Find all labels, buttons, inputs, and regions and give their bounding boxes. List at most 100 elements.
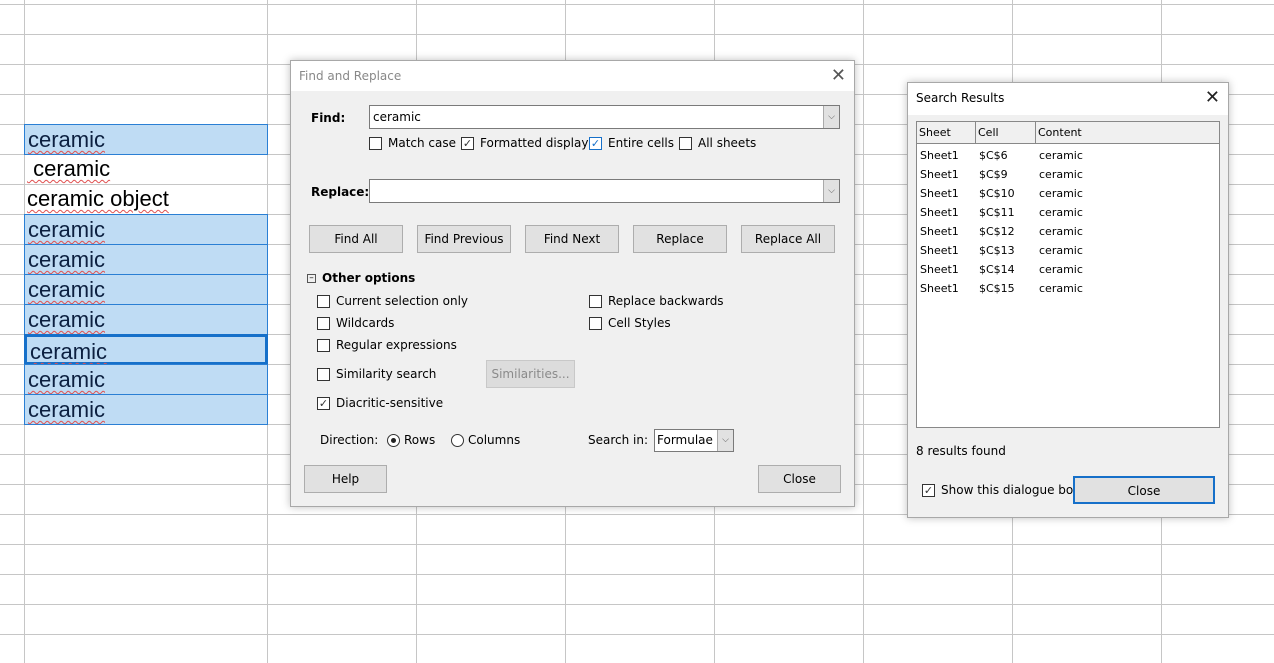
cell-c13[interactable]: ceramic	[24, 334, 268, 365]
similarity-label: Similarity search	[336, 367, 437, 381]
checkbox-box	[589, 316, 602, 330]
cell-c9[interactable]: ceramic	[24, 214, 268, 245]
result-row[interactable]: Sheet1 $C$6 ceramic	[917, 146, 1219, 165]
replace-input[interactable]: ⌵	[369, 179, 840, 203]
result-row[interactable]: Sheet1 $C$10 ceramic	[917, 184, 1219, 203]
dialog-title: Search Results	[916, 91, 1005, 105]
results-list[interactable]: Sheet Cell Content Sheet1 $C$6 ceramic Shee…	[916, 121, 1220, 428]
checkmark-icon: ✓	[461, 136, 474, 150]
results-count: 8 results found	[916, 444, 1006, 458]
search-in-label: Search in:	[588, 433, 649, 447]
cell-styles-checkbox[interactable]: Cell Styles	[589, 316, 671, 330]
formatted-display-label: Formatted display	[480, 136, 589, 150]
result-content: ceramic	[1039, 282, 1083, 295]
cell-c7[interactable]: ceramic	[24, 154, 268, 185]
wildcards-label: Wildcards	[336, 316, 395, 330]
result-cell: $C$12	[979, 225, 1015, 238]
search-results-dialog: Search Results ✕ Sheet Cell Content Shee…	[907, 82, 1229, 518]
close-button[interactable]: Close	[758, 465, 841, 493]
diacritic-checkbox[interactable]: ✓ Diacritic-sensitive	[317, 396, 443, 410]
result-cell: $C$10	[979, 187, 1015, 200]
result-cell: $C$15	[979, 282, 1015, 295]
replace-backwards-checkbox[interactable]: Replace backwards	[589, 294, 724, 308]
close-icon[interactable]: ✕	[1205, 87, 1220, 108]
entire-cells-checkbox[interactable]: ✓ Entire cells	[589, 136, 674, 150]
find-next-button[interactable]: Find Next	[525, 225, 619, 253]
result-sheet: Sheet1	[920, 187, 959, 200]
result-sheet: Sheet1	[920, 244, 959, 257]
cell-c6[interactable]: ceramic	[24, 124, 268, 155]
column-divider	[863, 0, 864, 663]
current-selection-label: Current selection only	[336, 294, 469, 308]
replace-button[interactable]: Replace	[633, 225, 727, 253]
results-header: Sheet Cell Content	[917, 122, 1219, 144]
chevron-down-icon[interactable]: ⌵	[823, 180, 839, 202]
result-content: ceramic	[1039, 244, 1083, 257]
replace-all-button[interactable]: Replace All	[741, 225, 835, 253]
entire-cells-label: Entire cells	[608, 136, 674, 150]
dialog-titlebar: Find and Replace ✕	[291, 61, 854, 91]
result-cell: $C$11	[979, 206, 1015, 219]
result-row[interactable]: Sheet1 $C$12 ceramic	[917, 222, 1219, 241]
cell-c11[interactable]: ceramic	[24, 274, 268, 305]
column-header-sheet[interactable]: Sheet	[917, 122, 976, 143]
close-icon[interactable]: ✕	[831, 65, 846, 86]
formatted-display-checkbox[interactable]: ✓ Formatted display	[461, 136, 588, 150]
columns-radio[interactable]: Columns	[451, 433, 520, 447]
checkbox-box	[317, 338, 330, 352]
radio-unselected	[451, 433, 464, 447]
all-sheets-label: All sheets	[698, 136, 757, 150]
wildcards-checkbox[interactable]: Wildcards	[317, 316, 394, 330]
regex-checkbox[interactable]: Regular expressions	[317, 338, 457, 352]
column-header-cell[interactable]: Cell	[976, 122, 1036, 143]
result-content: ceramic	[1039, 149, 1083, 162]
find-all-button[interactable]: Find All	[309, 225, 403, 253]
result-sheet: Sheet1	[920, 282, 959, 295]
chevron-down-icon[interactable]: ⌵	[717, 430, 733, 451]
cell-c15[interactable]: ceramic	[24, 394, 268, 425]
match-case-checkbox[interactable]: Match case	[369, 136, 456, 150]
result-row[interactable]: Sheet1 $C$15 ceramic	[917, 279, 1219, 298]
cell-c10[interactable]: ceramic	[24, 244, 268, 275]
all-sheets-checkbox[interactable]: All sheets	[679, 136, 756, 150]
regex-label: Regular expressions	[336, 338, 457, 352]
checkmark-icon: ✓	[317, 396, 330, 410]
result-content: ceramic	[1039, 187, 1083, 200]
other-options-toggle[interactable]: – Other options	[307, 271, 415, 285]
similarity-checkbox[interactable]: Similarity search	[317, 367, 436, 381]
show-dialog-label: Show this dialogue box	[941, 483, 1080, 497]
show-dialog-checkbox[interactable]: ✓ Show this dialogue box	[922, 483, 1080, 497]
cell-c14[interactable]: ceramic	[24, 364, 268, 395]
find-previous-button[interactable]: Find Previous	[417, 225, 511, 253]
checkmark-icon: ✓	[922, 483, 935, 497]
radio-selected	[387, 433, 400, 447]
result-cell: $C$14	[979, 263, 1015, 276]
find-replace-dialog: Find and Replace ✕ Find: ceramic ⌵ Match …	[290, 60, 855, 507]
cell-styles-label: Cell Styles	[608, 316, 671, 330]
result-cell: $C$9	[979, 168, 1008, 181]
close-button[interactable]: Close	[1073, 476, 1215, 504]
result-content: ceramic	[1039, 206, 1083, 219]
find-value: ceramic	[373, 110, 421, 124]
help-button[interactable]: Help	[304, 465, 387, 493]
chevron-down-icon[interactable]: ⌵	[823, 106, 839, 128]
result-cell: $C$6	[979, 149, 1008, 162]
replace-backwards-label: Replace backwards	[608, 294, 724, 308]
result-cell: $C$13	[979, 244, 1015, 257]
cell-c12[interactable]: ceramic	[24, 304, 268, 335]
rows-label: Rows	[404, 433, 436, 447]
find-input[interactable]: ceramic ⌵	[369, 105, 840, 129]
result-row[interactable]: Sheet1 $C$14 ceramic	[917, 260, 1219, 279]
column-header-content[interactable]: Content	[1036, 122, 1219, 143]
similarities-button[interactable]: Similarities...	[486, 360, 575, 388]
search-in-value: Formulae	[657, 433, 713, 447]
result-row[interactable]: Sheet1 $C$13 ceramic	[917, 241, 1219, 260]
result-row[interactable]: Sheet1 $C$9 ceramic	[917, 165, 1219, 184]
search-in-select[interactable]: Formulae ⌵	[654, 429, 734, 452]
checkbox-box	[317, 294, 330, 308]
rows-radio[interactable]: Rows	[387, 433, 435, 447]
current-selection-checkbox[interactable]: Current selection only	[317, 294, 468, 308]
cell-c8[interactable]: ceramic object	[24, 184, 268, 215]
result-row[interactable]: Sheet1 $C$11 ceramic	[917, 203, 1219, 222]
result-content: ceramic	[1039, 263, 1083, 276]
